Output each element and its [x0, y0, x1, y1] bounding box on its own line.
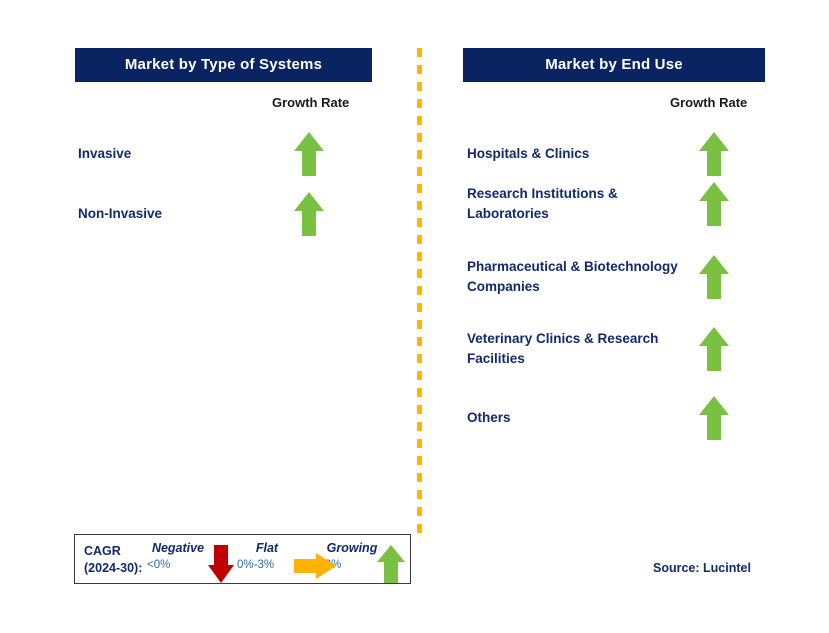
- cagr-title-line2: (2024-30):: [84, 561, 143, 575]
- arrow-up-icon: [699, 255, 729, 299]
- panel-header-left: Market by Type of Systems: [75, 48, 372, 82]
- cagr-title-line1: CAGR: [84, 544, 121, 558]
- list-item: Non-Invasive: [78, 192, 372, 236]
- arrow-right-icon: [294, 553, 336, 579]
- cagr-legend-box: CAGR (2024-30): Negative <0% Flat 0%-3% …: [74, 534, 411, 584]
- list-item: Invasive: [78, 132, 372, 176]
- arrow-up-icon: [699, 327, 729, 371]
- panel-header-right: Market by End Use: [463, 48, 765, 82]
- legend-entry-flat: Flat 0%-3%: [237, 541, 297, 573]
- legend-word-flat: Flat: [255, 541, 279, 555]
- arrow-down-icon: [208, 545, 234, 583]
- source-note: Source: Lucintel: [653, 561, 751, 575]
- arrow-up-icon: [377, 545, 405, 583]
- list-item: Others: [467, 396, 765, 440]
- list-item: Veterinary Clinics & Research Facilities: [467, 327, 765, 371]
- arrow-up-icon: [699, 396, 729, 440]
- item-label: Veterinary Clinics & Research Facilities: [467, 331, 659, 366]
- panel-market-by-type-of-systems: Market by Type of Systems: [75, 48, 372, 82]
- vertical-dashed-divider: [417, 48, 422, 533]
- list-item: Research Institutions & Laboratories: [467, 182, 765, 226]
- list-item: Hospitals & Clinics: [467, 132, 765, 176]
- legend-entry-negative: Negative <0%: [147, 541, 209, 573]
- list-item: Pharmaceutical & Biotechnology Companies: [467, 255, 765, 299]
- legend-word-negative: Negative: [151, 541, 205, 555]
- growth-rate-label-left: Growth Rate: [272, 95, 350, 110]
- arrow-up-icon: [699, 132, 729, 176]
- item-label: Research Institutions & Laboratories: [467, 186, 618, 221]
- item-label: Non-Invasive: [78, 206, 163, 221]
- legend-range-flat: 0%-3%: [237, 559, 275, 571]
- arrow-up-icon: [294, 132, 324, 176]
- item-label: Hospitals & Clinics: [467, 146, 590, 161]
- item-label: Invasive: [78, 146, 132, 161]
- panel-market-by-end-use: Market by End Use: [463, 48, 765, 82]
- growth-rate-label-right: Growth Rate: [670, 95, 748, 110]
- item-label: Others: [467, 410, 511, 425]
- arrow-up-icon: [294, 192, 324, 236]
- item-label: Pharmaceutical & Biotechnology Companies: [467, 259, 678, 294]
- cagr-legend-title: CAGR (2024-30):: [84, 543, 142, 577]
- arrow-up-icon: [699, 182, 729, 226]
- legend-range-negative: <0%: [147, 559, 171, 571]
